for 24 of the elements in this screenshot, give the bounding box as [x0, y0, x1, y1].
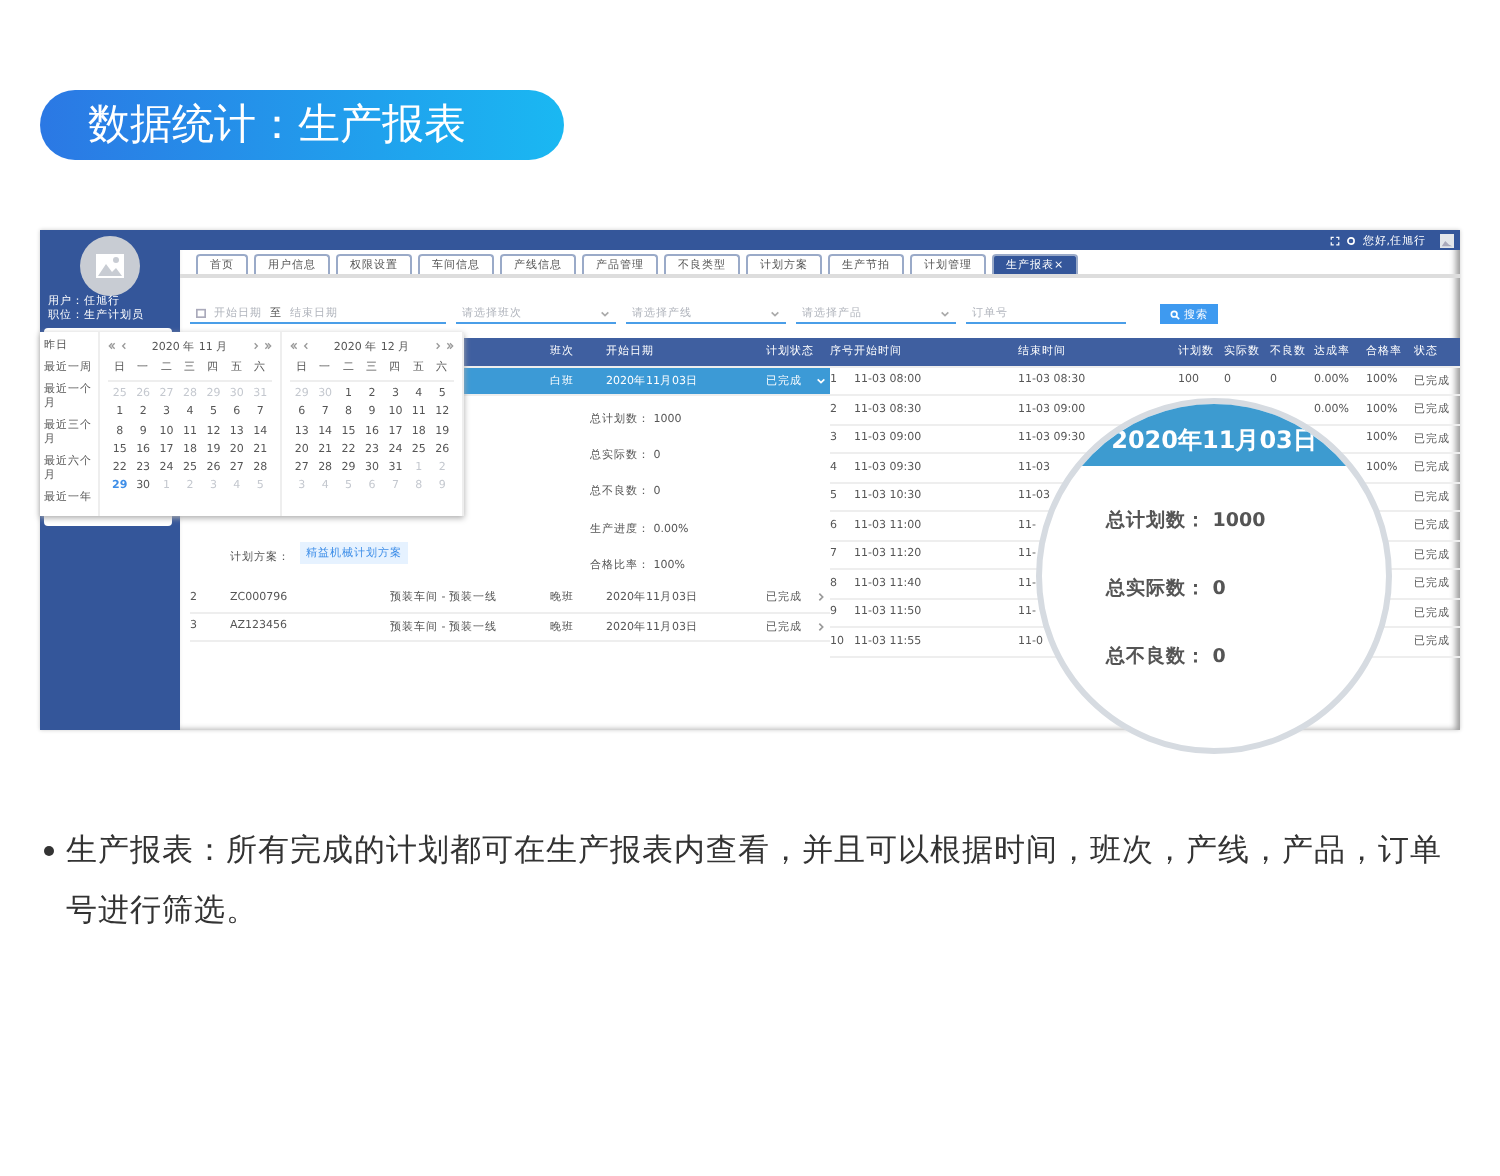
dropdown-icon [940, 309, 950, 317]
chevron-right-icon[interactable] [816, 592, 826, 603]
magnified-stat: 总不良数： 0 [1106, 644, 1228, 670]
chevron-down-icon[interactable] [816, 375, 826, 386]
user-avatar-icon[interactable] [1440, 233, 1454, 247]
chevron-right-icon[interactable] [434, 342, 442, 350]
double-chevron-left-icon[interactable] [290, 342, 298, 350]
magnified-stat: 总计划数： 1000 [1106, 508, 1268, 534]
avatar-icon [80, 236, 140, 296]
fullscreen-icon[interactable] [1330, 235, 1341, 245]
chevron-right-icon[interactable] [816, 621, 826, 632]
double-chevron-left-icon[interactable] [108, 342, 116, 350]
description: 生产报表：所有完成的计划都可在生产报表内查看，并且可以根据时间，班次，产线，产品，订单号进行筛选。 [66, 830, 1444, 932]
dropdown-icon [600, 309, 610, 317]
bullet-icon [44, 846, 54, 856]
chevron-left-icon[interactable] [120, 342, 128, 350]
section-heading: 数据统计：生产报表 [40, 90, 564, 160]
double-chevron-right-icon[interactable] [446, 342, 454, 350]
chevron-right-icon[interactable] [252, 342, 260, 350]
search-icon [1170, 309, 1180, 319]
magnified-stat: 总实际数： 0 [1106, 576, 1228, 602]
chevron-left-icon[interactable] [302, 342, 310, 350]
dropdown-icon [770, 309, 780, 317]
double-chevron-right-icon[interactable] [264, 342, 272, 350]
